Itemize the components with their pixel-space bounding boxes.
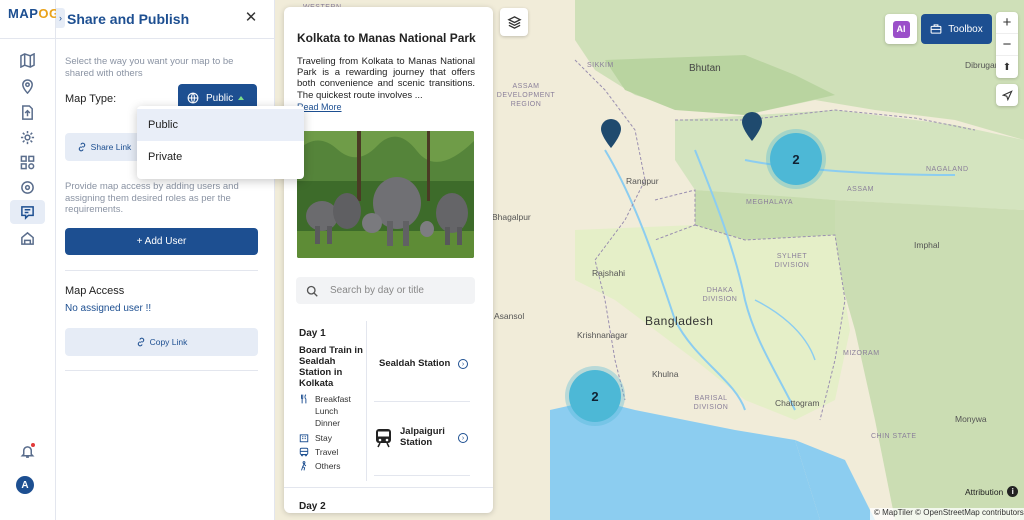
users-share-icon[interactable] — [16, 228, 38, 248]
ai-icon: AI — [892, 20, 910, 38]
map-label-imphal: Imphal — [914, 240, 940, 250]
attribution-toggle[interactable]: Attribution i — [965, 486, 1019, 497]
chevron-right-icon[interactable]: › — [458, 433, 468, 443]
analytics-gear-icon[interactable] — [16, 177, 38, 197]
zoom-in-button[interactable]: + — [996, 12, 1018, 34]
map-marker-pin-icon[interactable] — [600, 119, 622, 149]
meal-cutlery-icon — [301, 394, 307, 404]
day-1-column: Day 1 Board Train in Sealdah Station in … — [299, 328, 369, 471]
map-label-khulna: Khulna — [652, 369, 679, 379]
others-hiking-icon — [301, 461, 307, 471]
locate-me-button[interactable] — [996, 84, 1018, 106]
map-access-title: Map Access — [65, 285, 125, 297]
users-help-text: Provide map access by adding users and a… — [65, 181, 239, 215]
day-2-column: Day 2 — [299, 501, 369, 512]
share-publish-icon[interactable] — [10, 200, 45, 224]
toolbox-button[interactable]: Toolbox — [921, 14, 992, 44]
compass-button[interactable]: ⬆ — [996, 56, 1018, 78]
itinerary-card: Kolkata to Manas National Park Traveling… — [284, 7, 493, 513]
itinerary-description: Traveling from Kolkata to Manas National… — [297, 56, 475, 101]
map-type-label: Map Type: — [65, 93, 117, 105]
travel-row: Travel — [299, 446, 369, 457]
map-label-assam-dev: ASSAM DEVELOPMENT REGION — [496, 83, 556, 108]
link-icon — [78, 142, 85, 152]
layers-toggle-button[interactable] — [500, 8, 528, 36]
map-label-monywa: Monywa — [955, 414, 987, 424]
map-label-bangladesh: Bangladesh — [645, 314, 714, 328]
map-copyright: © MapTiler © OpenStreetMap contributors — [870, 508, 1024, 520]
toolbox-icon — [930, 24, 942, 34]
map-label-chin-state: CHIN STATE — [871, 433, 917, 440]
map-type-value: Public — [206, 92, 234, 104]
share-publish-panel: › Share and Publish ✕ Select the way you… — [56, 0, 275, 520]
stay-building-icon — [299, 434, 309, 443]
map-label-nagaland: NAGALAND — [926, 166, 969, 173]
map-label-rajshahi: Rajshahi — [592, 268, 626, 278]
layers-grid-icon[interactable] — [16, 152, 38, 172]
map-label-chattogram: Chattogram — [775, 398, 820, 408]
settings-gear-icon[interactable] — [16, 127, 38, 147]
info-icon: i — [1007, 486, 1019, 497]
navigation-arrow-icon — [1001, 89, 1013, 101]
map-label-bhutan: Bhutan — [689, 63, 721, 74]
map-label-bhagalpur: Bhagalpur — [492, 212, 531, 222]
itinerary-title: Kolkata to Manas National Park — [297, 31, 476, 45]
travel-bus-icon — [299, 447, 309, 457]
caret-up-icon — [238, 96, 245, 100]
notification-bell-icon[interactable] — [16, 441, 38, 461]
map-label-krishnanagar: Krishnanagar — [577, 330, 628, 340]
map-label-meghalaya: MEGHALAYA — [746, 199, 794, 206]
itinerary-search-input[interactable]: Search by day or title — [296, 277, 475, 304]
map-label-barisal: BARISAL DIVISION — [693, 395, 729, 411]
close-icon[interactable]: ✕ — [243, 10, 259, 26]
dropdown-option-public[interactable]: Public — [137, 109, 304, 141]
no-assigned-user-text: No assigned user !! — [65, 303, 152, 314]
ai-assistant-button[interactable]: AI — [885, 14, 917, 44]
map-icon[interactable] — [16, 50, 38, 70]
itinerary-photo-elephants — [297, 131, 474, 258]
others-row: Others — [299, 460, 369, 471]
dropdown-option-private[interactable]: Private — [137, 141, 304, 173]
location-pin-icon[interactable] — [16, 76, 38, 96]
globe-icon — [187, 92, 199, 104]
map-label-mizoram: MIZORAM — [843, 350, 880, 357]
train-icon — [376, 429, 391, 448]
copy-link-button[interactable]: Copy Link — [65, 328, 258, 356]
map-cluster-north[interactable]: 2 — [770, 133, 822, 185]
meals-text: Breakfast Lunch Dinner — [315, 394, 351, 428]
map-label-assam: ASSAM — [847, 186, 875, 193]
left-rail: MAPOG A — [0, 0, 59, 520]
zoom-control: + − ⬆ — [996, 12, 1018, 78]
meals-row: Breakfast Lunch Dinner — [299, 393, 369, 429]
map-label-sylhet: SYLHET DIVISION — [774, 253, 810, 269]
station-sealdah[interactable]: Sealdah Station — [379, 358, 450, 369]
station-jalpaiguri[interactable]: Jalpaiguri Station — [400, 426, 452, 448]
map-type-dropdown: Public Private — [137, 106, 304, 179]
day-1-label: Day 1 — [299, 328, 326, 339]
map-cluster-south[interactable]: 2 — [569, 370, 621, 422]
app-logo[interactable]: MAPOG — [8, 6, 60, 21]
share-link-button[interactable]: Share Link — [65, 133, 143, 161]
add-user-button[interactable]: + Add User — [65, 228, 258, 255]
map-label-dhaka: DHAKA DIVISION — [702, 287, 738, 303]
stay-row: Stay — [299, 432, 369, 443]
zoom-out-button[interactable]: − — [996, 34, 1018, 56]
day-2-label: Day 2 — [299, 501, 326, 512]
search-icon — [306, 285, 318, 297]
map-label-sikkim: SIKKIM — [587, 62, 614, 69]
panel-title: Share and Publish — [67, 11, 190, 27]
user-avatar[interactable]: A — [16, 476, 34, 494]
upload-icon[interactable] — [16, 102, 38, 122]
map-label-asansol: Asansol — [494, 311, 525, 321]
map-label-rangpur: Rangpur — [626, 176, 659, 186]
map-marker-pin-icon[interactable] — [741, 112, 763, 142]
chevron-right-icon[interactable]: › — [458, 359, 468, 369]
expand-panel-chevron-icon[interactable]: › — [56, 8, 65, 28]
link-icon — [137, 337, 144, 347]
share-help-text: Select the way you want your map to be s… — [65, 56, 234, 79]
layers-icon — [506, 15, 522, 29]
day-1-activity-title[interactable]: Board Train in Sealdah Station in Kolkat… — [299, 345, 369, 389]
